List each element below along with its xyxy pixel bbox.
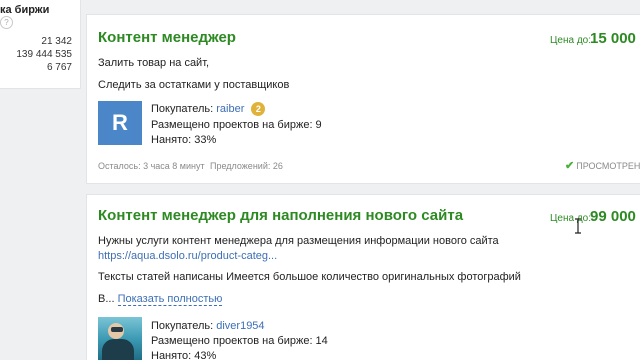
description-truncated: В... Показать полностью [98, 293, 223, 306]
viewed-label: ПРОСМОТРЕНО [576, 161, 640, 171]
projects-count: Размещено проектов на бирже: 9 [151, 119, 322, 131]
buyer-avatar[interactable] [98, 317, 142, 360]
description-line: Следить за остатками у поставщиков [98, 79, 290, 91]
buyer-line: Покупатель: diver1954 [151, 320, 265, 332]
stats-value: 139 444 535 [16, 49, 72, 60]
buyer-avatar[interactable]: R [98, 101, 142, 145]
stats-value: 6 767 [46, 62, 72, 73]
check-icon: ✔ [565, 160, 575, 172]
project-card: Контент менеджер Цена до: 15 000 ₽ Залит… [86, 14, 640, 184]
show-more-link[interactable]: Показать полностью [117, 293, 223, 306]
description-line: Тексты статей написаны Имеется большое к… [98, 271, 521, 283]
price-value: 15 000 ₽ [590, 30, 640, 47]
description-line: Залить товар на сайт, [98, 57, 210, 69]
buyer-label: Покупатель: [151, 102, 214, 115]
stats-value: 21 342 [41, 36, 72, 47]
exchange-stats-panel: ка биржи ? 21 342 139 444 535 6 767 [0, 0, 81, 89]
help-icon[interactable]: ? [0, 16, 13, 29]
project-title-link[interactable]: Контент менеджер для наполнения нового с… [98, 207, 463, 224]
truncated-text: В... [98, 293, 115, 305]
hired-percent: Нанято: 43% [151, 350, 217, 360]
offers-count: Предложений: 26 [210, 161, 283, 171]
projects-count: Размещено проектов на бирже: 14 [151, 335, 328, 347]
price-label: Цена до: [550, 35, 591, 46]
description-line: Нужны услуги контент менеджера для разме… [98, 235, 499, 247]
buyer-line: Покупатель: raiber 2 [151, 102, 266, 116]
buyer-level-badge: 2 [251, 102, 266, 116]
hired-percent: Нанято: 33% [151, 134, 217, 146]
buyer-name-link[interactable]: diver1954 [216, 320, 264, 332]
page: ка биржи ? 21 342 139 444 535 6 767 Конт… [0, 0, 640, 360]
viewed-status: ✔ПРОСМОТРЕНО [565, 159, 640, 172]
description-link[interactable]: https://aqua.dsolo.ru/product-categ... [98, 250, 277, 262]
buyer-label: Покупатель: [151, 320, 214, 332]
time-left: Осталось: 3 часа 8 минут [98, 161, 205, 171]
buyer-name-link[interactable]: raiber [216, 103, 244, 115]
price-label: Цена до: [550, 213, 591, 224]
price-value: 99 000 ₽ [590, 208, 640, 225]
text-cursor-icon [575, 218, 581, 234]
project-card: Контент менеджер для наполнения нового с… [86, 194, 640, 360]
project-title-link[interactable]: Контент менеджер [98, 29, 236, 46]
stats-title: ка биржи [0, 4, 50, 16]
